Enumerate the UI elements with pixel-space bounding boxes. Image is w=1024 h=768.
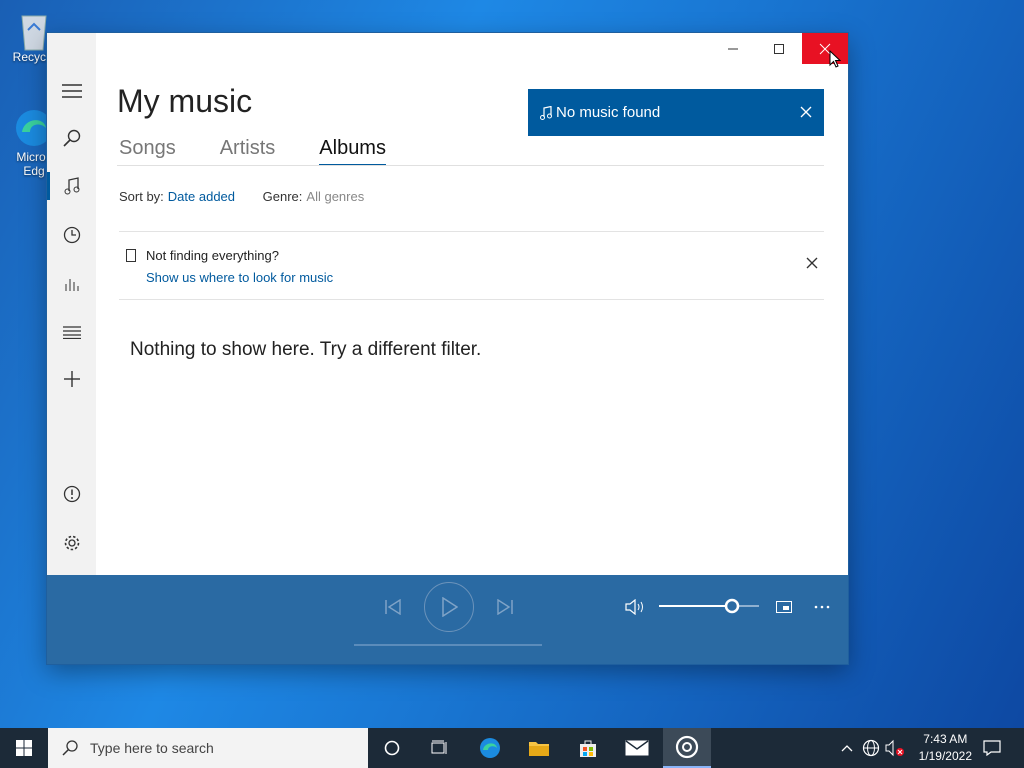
system-clock[interactable]: 7:43 AM 1/19/2022	[919, 731, 972, 765]
music-note-icon	[540, 105, 552, 120]
next-button[interactable]	[491, 593, 519, 621]
edge-icon	[480, 738, 500, 758]
windows-logo-icon	[16, 740, 32, 756]
start-button[interactable]	[0, 728, 48, 768]
sort-dropdown[interactable]: Date added	[168, 189, 235, 204]
page-title: My music	[117, 83, 253, 119]
play-icon	[442, 597, 458, 617]
clock-time: 7:43 AM	[923, 732, 968, 746]
music-note-icon	[64, 177, 79, 195]
sidebar	[47, 33, 96, 575]
tab-songs[interactable]: Songs	[119, 137, 176, 166]
hamburger-icon	[61, 84, 82, 98]
mini-view-icon	[776, 601, 792, 613]
maximize-icon	[774, 43, 784, 54]
cortana-button[interactable]	[372, 728, 412, 768]
notice-dismiss-button[interactable]	[806, 256, 818, 274]
document-icon	[126, 249, 136, 262]
more-options-button[interactable]	[809, 593, 835, 621]
sidebar-item-my-music[interactable]	[47, 166, 96, 206]
volume-icon	[625, 599, 643, 615]
store-button[interactable]	[568, 728, 608, 768]
clock-date: 1/19/2022	[918, 749, 972, 763]
action-center-button[interactable]	[976, 728, 1008, 768]
sidebar-add-playlist-button[interactable]	[47, 359, 96, 399]
next-icon	[497, 599, 513, 615]
folder-icon	[529, 742, 549, 756]
sort-filter-bar: Sort by: Date added Genre: All genres	[119, 189, 364, 204]
minimize-button[interactable]	[710, 33, 756, 64]
empty-state-message: Nothing to show here. Try a different fi…	[130, 339, 482, 360]
maximize-button[interactable]	[756, 33, 802, 64]
toast-message: No music found	[556, 104, 661, 121]
search-placeholder: Type here to search	[90, 740, 214, 756]
groove-music-taskbar-button[interactable]	[663, 728, 711, 768]
sidebar-item-playlists[interactable]	[47, 312, 96, 352]
search-icon	[62, 740, 78, 756]
search-icon	[62, 129, 80, 147]
sidebar-settings-button[interactable]	[47, 523, 96, 563]
more-icon	[814, 605, 830, 609]
sidebar-item-now-playing[interactable]	[47, 263, 96, 303]
store-icon	[580, 740, 596, 757]
sidebar-feedback-button[interactable]	[47, 474, 96, 514]
no-music-toast: No music found	[528, 89, 824, 136]
genre-label: Genre:	[262, 189, 303, 204]
toast-dismiss-button[interactable]	[800, 105, 812, 122]
clock-icon	[63, 226, 80, 244]
play-button[interactable]	[424, 582, 474, 632]
close-icon	[800, 106, 812, 118]
sidebar-search-button[interactable]	[47, 118, 96, 158]
equalizer-icon	[65, 279, 78, 291]
previous-icon	[385, 599, 401, 615]
previous-button[interactable]	[379, 593, 407, 621]
not-finding-notice: Not finding everything? Show us where to…	[119, 231, 824, 300]
tab-artists[interactable]: Artists	[220, 137, 276, 166]
mini-view-button[interactable]	[771, 593, 797, 621]
file-explorer-button[interactable]	[519, 728, 559, 768]
plus-icon	[63, 371, 80, 387]
tab-albums[interactable]: Albums	[319, 137, 386, 166]
sort-label: Sort by:	[119, 189, 164, 204]
network-globe-icon	[862, 739, 880, 757]
volume-tray-button[interactable]	[884, 728, 906, 768]
notice-link[interactable]: Show us where to look for music	[146, 270, 333, 285]
music-app-window: My music Songs Artists Albums Sort by: Da…	[47, 33, 848, 664]
close-icon	[806, 257, 818, 269]
task-view-icon	[431, 740, 447, 754]
player-bar	[47, 575, 848, 664]
mail-button[interactable]	[617, 728, 657, 768]
taskbar-search-box[interactable]: Type here to search	[48, 728, 368, 768]
taskbar-edge-button[interactable]	[470, 728, 510, 768]
notification-icon	[983, 740, 1001, 756]
tab-divider	[117, 165, 824, 166]
close-button[interactable]	[802, 33, 848, 64]
genre-dropdown[interactable]: All genres	[306, 189, 364, 204]
taskbar: Type here to search 7:43 AM 1/19/2022	[0, 728, 1024, 768]
sidebar-item-recent[interactable]	[47, 215, 96, 255]
chevron-up-icon	[841, 745, 853, 752]
volume-muted-icon	[885, 739, 904, 757]
volume-slider[interactable]	[659, 597, 761, 615]
info-icon	[63, 485, 80, 503]
playlist-icon	[62, 326, 81, 339]
show-hidden-icons-button[interactable]	[838, 728, 856, 768]
hamburger-menu-button[interactable]	[47, 71, 96, 111]
groove-music-icon	[675, 735, 699, 759]
network-button[interactable]	[860, 728, 882, 768]
view-tabs: Songs Artists Albums	[119, 137, 430, 166]
minimize-icon	[728, 48, 738, 49]
volume-thumb[interactable]	[724, 598, 740, 614]
volume-button[interactable]	[621, 593, 651, 621]
notice-title: Not finding everything?	[146, 248, 279, 263]
cortana-icon	[384, 740, 400, 756]
mail-icon	[625, 740, 649, 756]
mouse-cursor-icon	[829, 50, 841, 68]
gear-icon	[64, 535, 79, 551]
seek-bar[interactable]	[354, 644, 542, 646]
task-view-button[interactable]	[420, 728, 460, 768]
